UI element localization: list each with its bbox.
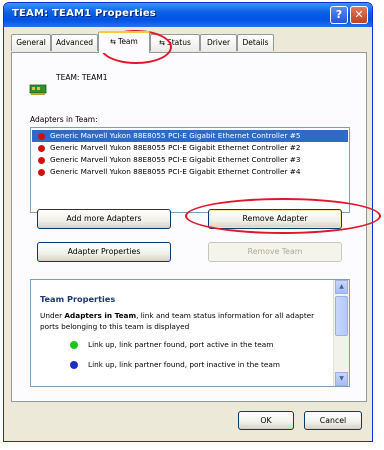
add-more-adapters-button[interactable]: Add more Adapters bbox=[37, 209, 171, 229]
list-item[interactable]: Generic Marvell Yukon 88E8055 PCI-E Giga… bbox=[32, 130, 348, 142]
help-scrollbar[interactable]: ▲ ▼ bbox=[333, 280, 349, 386]
remove-team-button: Remove Team bbox=[208, 242, 342, 262]
tab-strip: General Advanced ⇆ Team ⇆ Status Driver De… bbox=[11, 31, 367, 53]
tab-team-label: Team bbox=[118, 37, 138, 46]
tab-team[interactable]: ⇆ Team bbox=[98, 31, 150, 53]
team-name-label: TEAM: TEAM1 bbox=[56, 73, 108, 82]
window-title: TEAM: TEAM1 Properties bbox=[12, 8, 156, 19]
adapter-label: Generic Marvell Yukon 88E8055 PCI-E Giga… bbox=[50, 143, 301, 152]
ok-button[interactable]: OK bbox=[238, 411, 294, 430]
status-dot-icon bbox=[38, 157, 45, 164]
list-item[interactable]: Generic Marvell Yukon 88E8055 PCI-E Giga… bbox=[32, 166, 348, 178]
legend-label: Link up, link partner found, port inacti… bbox=[88, 360, 280, 369]
remove-adapter-button[interactable]: Remove Adapter bbox=[208, 209, 342, 229]
close-button[interactable]: ✕ bbox=[350, 6, 368, 24]
status-dot-icon bbox=[38, 169, 45, 176]
tab-status-label: Status bbox=[166, 38, 191, 47]
tab-driver-label: Driver bbox=[206, 38, 231, 47]
help-button[interactable]: ? bbox=[330, 6, 348, 24]
desc-prefix: Under bbox=[40, 311, 65, 320]
green-status-icon bbox=[70, 341, 78, 349]
tab-advanced-label: Advanced bbox=[55, 38, 94, 47]
status-dot-icon bbox=[38, 145, 45, 152]
desc-bold: Adapters in Team bbox=[64, 311, 137, 320]
team-properties-help-box[interactable]: Team Properties Under Adapters in Team, … bbox=[30, 279, 350, 387]
adapter-properties-button[interactable]: Adapter Properties bbox=[37, 242, 171, 262]
team-tab-panel: TEAM: TEAM1 Adapters in Team: Generic Ma… bbox=[11, 52, 367, 402]
tab-advanced[interactable]: Advanced bbox=[51, 34, 98, 51]
tab-general-label: General bbox=[16, 38, 46, 47]
title-bar[interactable]: TEAM: TEAM1 Properties ? ✕ bbox=[4, 3, 372, 27]
adapter-label: Generic Marvell Yukon 88E8055 PCI-E Giga… bbox=[50, 155, 301, 164]
list-item[interactable]: Generic Marvell Yukon 88E8055 PCI-E Giga… bbox=[32, 142, 348, 154]
scroll-up-icon[interactable]: ▲ bbox=[335, 280, 348, 294]
tab-general[interactable]: General bbox=[11, 34, 51, 51]
adapter-label: Generic Marvell Yukon 88E8055 PCI-E Giga… bbox=[50, 167, 301, 176]
scroll-thumb[interactable] bbox=[335, 296, 348, 336]
adapters-in-team-label: Adapters in Team: bbox=[30, 115, 98, 124]
list-item[interactable]: Generic Marvell Yukon 88E8055 PCI-E Giga… bbox=[32, 154, 348, 166]
team-tab-icon: ⇆ bbox=[110, 38, 117, 46]
tab-driver[interactable]: Driver bbox=[200, 34, 237, 51]
scroll-down-icon[interactable]: ▼ bbox=[335, 372, 348, 386]
legend-row-inactive: Link up, link partner found, port inacti… bbox=[40, 358, 330, 372]
status-tab-icon: ⇆ bbox=[159, 39, 165, 47]
help-content: Team Properties Under Adapters in Team, … bbox=[40, 294, 330, 372]
tab-status[interactable]: ⇆ Status bbox=[150, 34, 200, 51]
tab-details-label: Details bbox=[242, 38, 269, 47]
legend-row-active: Link up, link partner found, port active… bbox=[40, 338, 330, 352]
status-dot-icon bbox=[38, 133, 45, 140]
adapter-label: Generic Marvell Yukon 88E8055 PCI-E Giga… bbox=[50, 131, 301, 140]
adapters-list[interactable]: Generic Marvell Yukon 88E8055 PCI-E Giga… bbox=[30, 127, 350, 213]
cancel-button[interactable]: Cancel bbox=[304, 411, 362, 430]
properties-window: TEAM: TEAM1 Properties ? ✕ General Advan… bbox=[3, 2, 373, 442]
blue-status-icon bbox=[70, 361, 78, 369]
help-title: Team Properties bbox=[40, 294, 116, 304]
legend-label: Link up, link partner found, port active… bbox=[88, 340, 274, 349]
network-adapter-icon bbox=[29, 84, 47, 95]
tab-details[interactable]: Details bbox=[237, 34, 274, 51]
help-description: Under Adapters in Team, link and team st… bbox=[40, 310, 330, 332]
